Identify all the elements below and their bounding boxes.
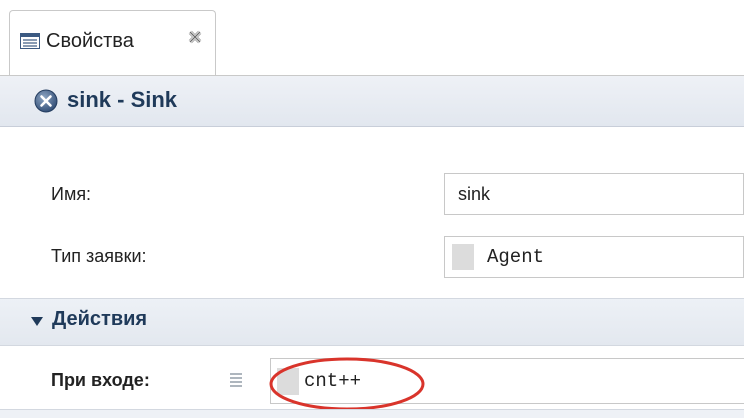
tab-strip: Свойства <box>0 0 744 76</box>
properties-header: sink - Sink <box>0 76 744 127</box>
agent-type-label: Тип заявки: <box>51 246 147 266</box>
actions-section-title: Действия <box>52 308 148 330</box>
tab-properties[interactable]: Свойства <box>9 10 216 76</box>
actions-section-header[interactable]: Действия <box>0 298 744 346</box>
code-swatch <box>452 244 474 270</box>
name-field[interactable]: sink <box>444 173 744 215</box>
code-lines-icon <box>230 372 242 388</box>
agent-type-field[interactable]: Agent <box>444 236 744 278</box>
sink-block-icon <box>34 89 58 113</box>
name-label: Имя: <box>51 184 92 204</box>
highlight-ellipse <box>268 356 426 412</box>
tab-label: Свойства <box>46 30 134 52</box>
agent-type-value: Agent <box>487 246 545 268</box>
name-value: sink <box>458 184 491 204</box>
chevron-down-icon <box>30 315 44 327</box>
close-icon[interactable] <box>188 30 202 44</box>
properties-icon <box>20 33 40 49</box>
page-title: sink - Sink <box>67 87 178 112</box>
on-enter-label: При входе: <box>51 370 150 390</box>
